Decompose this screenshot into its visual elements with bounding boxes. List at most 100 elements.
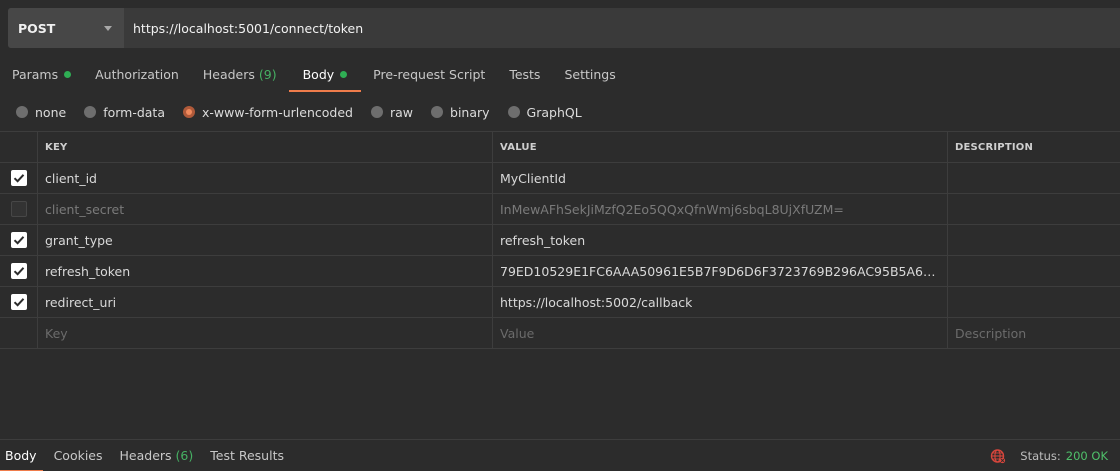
tab-headers[interactable]: Headers (9) [191,56,289,92]
tab-label: Headers [119,448,172,463]
checkmark-icon [13,298,24,307]
radio-form-data[interactable]: form-data [84,105,165,120]
column-header-value: VALUE [493,132,948,162]
tab-tests[interactable]: Tests [497,56,552,92]
tab-label: Settings [564,66,616,82]
response-bar: Body Cookies Headers (6) Test Results St… [0,439,1120,471]
tab-count: (6) [175,448,194,463]
description-placeholder: Description [955,325,1027,341]
request-tabs: Params Authorization Headers (9) Body Pr… [0,56,628,92]
tab-count: (9) [258,66,277,82]
key-cell[interactable]: grant_type [38,225,493,255]
radio-none[interactable]: none [16,105,66,120]
radio-label: form-data [103,104,165,120]
params-table: KEY VALUE DESCRIPTION client_id MyClient… [0,131,1120,349]
description-cell[interactable] [948,287,1120,317]
radio-raw[interactable]: raw [370,104,414,120]
table-row: client_secret InMewAFhSekJiMzfQ2Eo5QQxQf… [0,194,1120,225]
key-placeholder: Key [45,325,68,341]
description-cell[interactable] [948,194,1120,224]
key-input[interactable]: Key [38,318,493,348]
value-cell[interactable]: refresh_token [493,225,948,255]
row-checkbox[interactable] [10,232,27,248]
key-cell[interactable]: refresh_token [38,256,493,286]
body-type-selector: none form-data x-www-form-urlencoded raw… [0,98,600,126]
column-header-key: KEY [38,132,493,162]
radio-label: GraphQL [526,104,582,120]
key-cell[interactable]: redirect_uri [38,287,493,317]
value-cell[interactable]: https://localhost:5002/callback [493,287,948,317]
radio-label: raw [389,104,414,120]
checkmark-icon [13,267,24,276]
response-tab-body[interactable]: Body [0,440,43,471]
tab-settings[interactable]: Settings [552,56,627,92]
radio-circle-icon [84,106,97,118]
tab-authorization[interactable]: Authorization [83,56,191,92]
description-input[interactable]: Description [948,318,1120,348]
row-check-cell [0,225,38,255]
value-cell[interactable]: InMewAFhSekJiMzfQ2Eo5QQxQfnWmj6sbqL8UjXf… [493,194,948,224]
response-tab-cookies[interactable]: Cookies [48,440,109,471]
status-dot-icon [64,70,72,78]
key-text: client_id [45,170,97,186]
row-checkbox[interactable] [10,201,27,217]
row-check-cell [0,256,38,286]
key-cell[interactable]: client_secret [38,194,493,224]
url-input[interactable] [124,8,1120,48]
tab-label: Body [302,66,335,82]
tab-params[interactable]: Params [0,56,83,92]
tab-body[interactable]: Body [288,56,362,92]
radio-graphql[interactable]: GraphQL [507,104,582,120]
row-check-cell [0,287,38,317]
radio-circle-icon [370,106,383,118]
row-check-cell [0,318,38,348]
value-input[interactable]: Value [493,318,948,348]
value-placeholder: Value [500,325,535,341]
value-text: 79ED10529E1FC6AAA50961E5B7F9D6D6F3723769… [500,263,940,279]
method-select[interactable]: POST [8,8,124,48]
description-cell[interactable] [948,225,1120,255]
value-cell[interactable]: MyClientId [493,163,948,193]
description-cell[interactable] [948,163,1120,193]
tab-label: Tests [509,66,541,82]
tab-label: Cookies [53,448,103,463]
globe-icon[interactable] [990,448,1006,464]
key-text: client_secret [45,201,125,217]
row-checkbox[interactable] [10,170,27,186]
row-checkbox[interactable] [10,294,27,310]
table-row: grant_type refresh_token [0,225,1120,256]
tab-label: Authorization [95,66,179,82]
radio-binary[interactable]: binary [431,105,490,120]
value-cell[interactable]: 79ED10529E1FC6AAA50961E5B7F9D6D6F3723769… [493,256,948,286]
key-text: refresh_token [45,263,131,279]
row-check-cell [0,163,38,193]
radio-label: none [35,104,67,120]
key-cell[interactable]: client_id [38,163,493,193]
tab-pre-request-script[interactable]: Pre-request Script [361,56,497,92]
row-checkbox[interactable] [10,263,27,279]
response-tab-test-results[interactable]: Test Results [204,440,290,471]
radio-label: binary [450,104,490,120]
checkmark-icon [13,174,24,183]
radio-circle-icon [431,106,444,118]
table-row: refresh_token 79ED10529E1FC6AAA50961E5B7… [0,256,1120,287]
key-text: grant_type [45,232,113,248]
tab-label: Params [12,66,59,82]
header-check-cell [0,132,38,162]
tab-label: Body [5,448,37,463]
table-header-row: KEY VALUE DESCRIPTION [0,131,1120,163]
value-text: InMewAFhSekJiMzfQ2Eo5QQxQfnWmj6sbqL8UjXf… [500,201,844,217]
tab-label: Test Results [210,448,284,463]
key-text: redirect_uri [45,294,117,310]
status-value: 200 OK [1065,449,1108,463]
tab-label: Headers [202,66,255,82]
request-url-bar: POST [8,8,1120,48]
description-cell[interactable] [948,256,1120,286]
checkmark-icon [13,236,24,245]
radio-x-www-form-urlencoded[interactable]: x-www-form-urlencoded [183,105,353,120]
new-entry-row: Key Value Description [0,318,1120,349]
response-tab-headers[interactable]: Headers (6) [114,440,200,471]
method-label: POST [18,20,56,36]
response-status: Status: 200 OK [990,440,1108,471]
table-row: redirect_uri https://localhost:5002/call… [0,287,1120,318]
